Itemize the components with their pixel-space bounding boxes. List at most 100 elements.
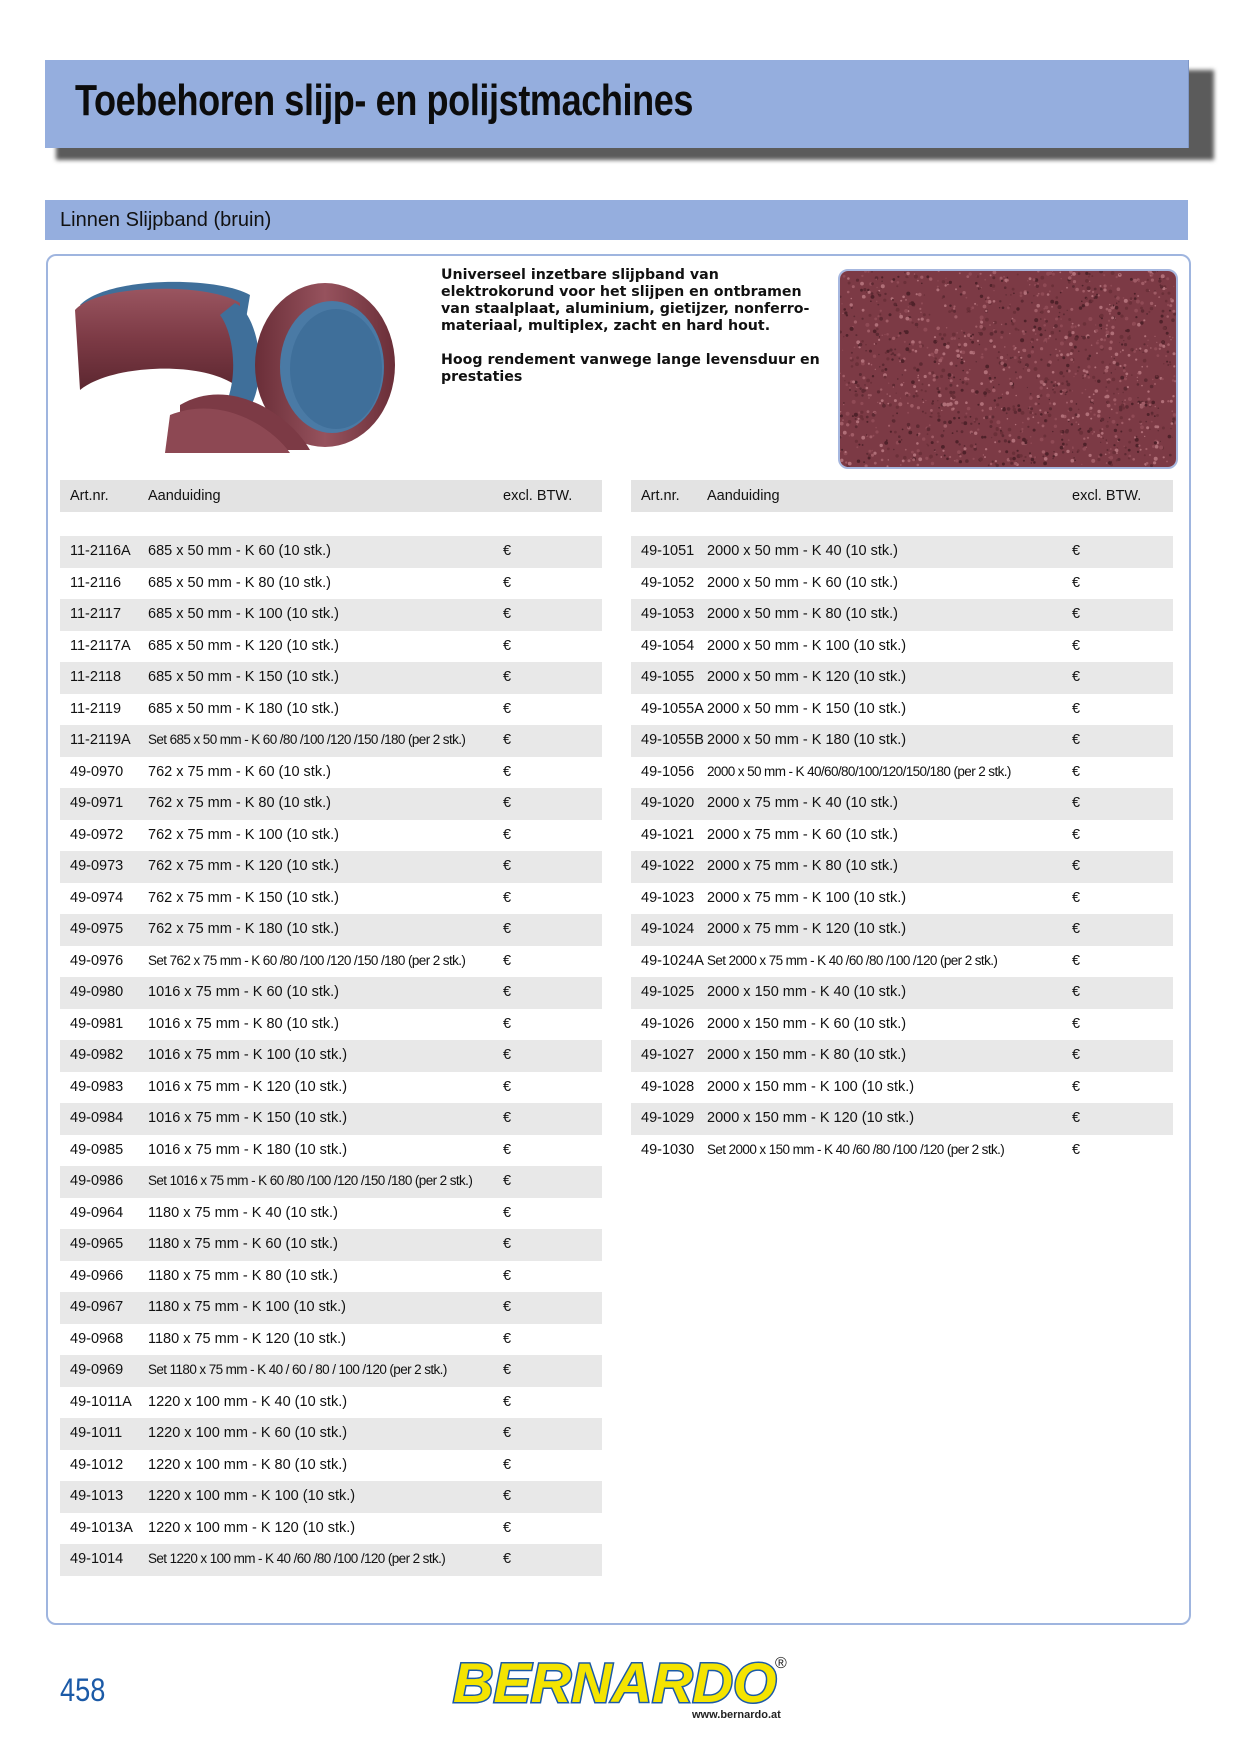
article-description: 2000 x 50 mm - K 180 (10 stk.) bbox=[707, 732, 907, 748]
table-row: 49-1054 2000 x 50 mm - K 100 (10 stk.) € bbox=[631, 631, 1173, 663]
article-number: 49-1011A bbox=[70, 1393, 132, 1410]
article-description: 762 x 75 mm - K 80 (10 stk.) bbox=[148, 795, 331, 811]
table-row: 49-1013A 1220 x 100 mm - K 120 (10 stk.) € bbox=[60, 1513, 602, 1545]
price-table-right: Art.nr. Aanduiding excl. BTW. 49-1051 200… bbox=[631, 480, 1173, 1166]
article-description: 685 x 50 mm - K 80 (10 stk.) bbox=[148, 574, 331, 591]
article-number: 49-1025 bbox=[641, 984, 695, 1000]
table-row: 49-1021 2000 x 75 mm - K 60 (10 stk.) € bbox=[631, 820, 1173, 852]
price-cell: € bbox=[1072, 606, 1081, 622]
article-number: 49-1055A bbox=[641, 700, 704, 717]
product-description: Universeel inzetbare slijpband van elekt… bbox=[441, 267, 821, 403]
article-description: 1016 x 75 mm - K 60 (10 stk.) bbox=[148, 984, 339, 1000]
article-number: 49-0967 bbox=[70, 1299, 124, 1315]
price-cell: € bbox=[503, 732, 512, 748]
table-row: 49-0975 762 x 75 mm - K 180 (10 stk.) € bbox=[60, 914, 602, 946]
article-description: 685 x 50 mm - K 180 (10 stk.) bbox=[148, 700, 339, 717]
article-description: 685 x 50 mm - K 100 (10 stk.) bbox=[148, 606, 339, 622]
article-number: 49-1020 bbox=[641, 795, 695, 811]
article-description: 1220 x 100 mm - K 100 (10 stk.) bbox=[148, 1488, 356, 1504]
price-cell: € bbox=[1072, 763, 1081, 780]
table-row: 49-1024A Set 2000 x 75 mm - K 40 /60 /80 … bbox=[631, 946, 1173, 978]
registered-mark: ® bbox=[775, 1655, 787, 1672]
article-description: Set 2000 x 150 mm - K 40 /60 /80 /100 /1… bbox=[707, 1141, 1005, 1157]
table-row: 49-1025 2000 x 150 mm - K 40 (10 stk.) € bbox=[631, 977, 1173, 1009]
table-row: 49-1052 2000 x 50 mm - K 60 (10 stk.) € bbox=[631, 568, 1173, 600]
table-row: 49-0980 1016 x 75 mm - K 60 (10 stk.) € bbox=[60, 977, 602, 1009]
article-number: 11-2119A bbox=[70, 732, 131, 748]
price-cell: € bbox=[503, 858, 512, 874]
table-row: 49-1022 2000 x 75 mm - K 80 (10 stk.) € bbox=[631, 851, 1173, 883]
price-cell: € bbox=[1072, 1078, 1081, 1095]
article-description: 1220 x 100 mm - K 80 (10 stk.) bbox=[148, 1456, 348, 1473]
table-row: 49-1055 2000 x 50 mm - K 120 (10 stk.) € bbox=[631, 662, 1173, 694]
price-cell: € bbox=[1072, 826, 1081, 843]
article-number: 49-0974 bbox=[70, 889, 124, 906]
price-cell: € bbox=[503, 1425, 512, 1441]
table-row: 49-0971 762 x 75 mm - K 80 (10 stk.) € bbox=[60, 788, 602, 820]
article-description: 2000 x 75 mm - K 120 (10 stk.) bbox=[707, 921, 907, 937]
table-row: 49-0965 1180 x 75 mm - K 60 (10 stk.) € bbox=[60, 1229, 602, 1261]
article-description: 2000 x 50 mm - K 60 (10 stk.) bbox=[707, 574, 898, 591]
table-row: 11-2116 685 x 50 mm - K 80 (10 stk.) € bbox=[60, 568, 602, 600]
article-description: 1180 x 75 mm - K 40 (10 stk.) bbox=[148, 1204, 338, 1221]
price-cell: € bbox=[503, 700, 512, 717]
article-number: 49-0986 bbox=[70, 1173, 124, 1189]
price-cell: € bbox=[503, 1488, 512, 1504]
article-description: 2000 x 150 mm - K 80 (10 stk.) bbox=[707, 1047, 907, 1063]
price-cell: € bbox=[503, 574, 512, 591]
table-row: 49-1020 2000 x 75 mm - K 40 (10 stk.) € bbox=[631, 788, 1173, 820]
article-description: 2000 x 75 mm - K 60 (10 stk.) bbox=[707, 826, 898, 843]
price-cell: € bbox=[503, 952, 512, 969]
article-number: 49-1014 bbox=[70, 1551, 124, 1567]
price-cell: € bbox=[503, 1141, 512, 1158]
article-number: 49-0968 bbox=[70, 1330, 124, 1347]
article-number: 49-0981 bbox=[70, 1015, 124, 1032]
page-number: 458 bbox=[60, 1672, 106, 1708]
table-row: 49-1055A 2000 x 50 mm - K 150 (10 stk.) € bbox=[631, 694, 1173, 726]
table-row: 49-1011 1220 x 100 mm - K 60 (10 stk.) € bbox=[60, 1418, 602, 1450]
article-description: 2000 x 150 mm - K 40 (10 stk.) bbox=[707, 984, 907, 1000]
article-number: 49-0966 bbox=[70, 1267, 124, 1284]
sanding-belt-photo bbox=[75, 281, 395, 453]
article-description: 1220 x 100 mm - K 120 (10 stk.) bbox=[148, 1519, 356, 1536]
article-number: 49-1051 bbox=[641, 543, 695, 559]
article-number: 49-0969 bbox=[70, 1362, 124, 1378]
table-row: 49-0985 1016 x 75 mm - K 180 (10 stk.) € bbox=[60, 1135, 602, 1167]
article-description: Set 1220 x 100 mm - K 40 /60 /80 /100 /1… bbox=[148, 1551, 446, 1566]
price-cell: € bbox=[1072, 858, 1081, 874]
article-number: 49-1013 bbox=[70, 1488, 124, 1504]
article-description: 1016 x 75 mm - K 180 (10 stk.) bbox=[148, 1141, 348, 1158]
article-description: 1016 x 75 mm - K 100 (10 stk.) bbox=[148, 1047, 348, 1063]
article-number: 11-2119 bbox=[70, 700, 122, 717]
article-description: 2000 x 75 mm - K 80 (10 stk.) bbox=[707, 858, 898, 874]
article-description: 1180 x 75 mm - K 60 (10 stk.) bbox=[148, 1236, 338, 1252]
price-cell: € bbox=[1072, 1110, 1081, 1126]
price-cell: € bbox=[503, 1519, 512, 1536]
article-description: Set 685 x 50 mm - K 60 /80 /100 /120 /15… bbox=[148, 732, 466, 747]
table-row: 49-1012 1220 x 100 mm - K 80 (10 stk.) € bbox=[60, 1450, 602, 1482]
article-description: 1220 x 100 mm - K 40 (10 stk.) bbox=[148, 1393, 348, 1410]
article-number: 11-2117 bbox=[70, 606, 122, 622]
table-row: 49-0982 1016 x 75 mm - K 100 (10 stk.) € bbox=[60, 1040, 602, 1072]
article-number: 11-2116A bbox=[70, 543, 131, 559]
price-cell: € bbox=[1072, 1047, 1081, 1063]
price-cell: € bbox=[1072, 543, 1081, 559]
article-description: 762 x 75 mm - K 120 (10 stk.) bbox=[148, 858, 339, 874]
article-description: 2000 x 150 mm - K 60 (10 stk.) bbox=[707, 1015, 907, 1032]
article-description: 2000 x 150 mm - K 100 (10 stk.) bbox=[707, 1078, 915, 1095]
price-cell: € bbox=[1072, 921, 1081, 937]
table-row: 49-0972 762 x 75 mm - K 100 (10 stk.) € bbox=[60, 820, 602, 852]
header-price: excl. BTW. bbox=[1072, 488, 1142, 504]
article-number: 49-1056 bbox=[641, 763, 695, 780]
header-price: excl. BTW. bbox=[503, 488, 573, 504]
page-title-bar: Toebehoren slijp- en polijstmachines bbox=[45, 60, 1189, 148]
table-row: 49-0981 1016 x 75 mm - K 80 (10 stk.) € bbox=[60, 1009, 602, 1041]
description-paragraph-2: Hoog rendement vanwege lange levensduur … bbox=[441, 352, 820, 385]
price-cell: € bbox=[503, 1299, 512, 1315]
website-url: www.bernardo.at bbox=[692, 1709, 781, 1721]
article-description: 1016 x 75 mm - K 120 (10 stk.) bbox=[148, 1078, 348, 1095]
article-description: 762 x 75 mm - K 180 (10 stk.) bbox=[148, 921, 339, 937]
article-number: 49-1053 bbox=[641, 606, 695, 622]
section-title: Linnen Slijpband (bruin) bbox=[60, 209, 272, 231]
article-number: 49-0964 bbox=[70, 1204, 124, 1221]
